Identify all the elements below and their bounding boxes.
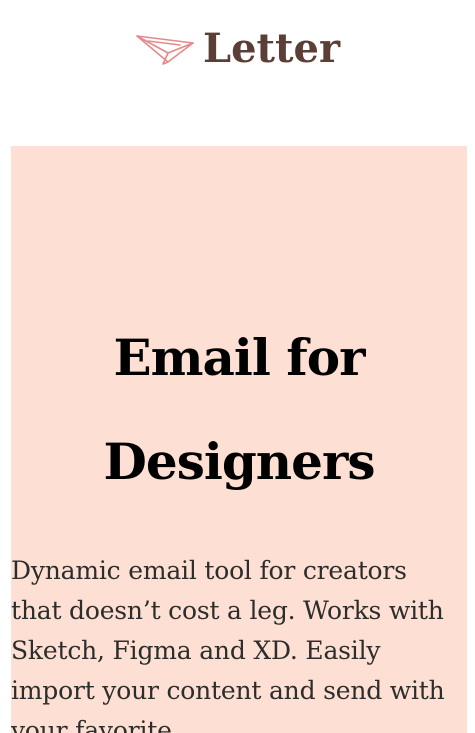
site-header: Letter <box>0 0 475 100</box>
brand-name: Letter <box>202 25 341 72</box>
hero-section: Email for Designers Dynamic email tool f… <box>11 146 467 733</box>
hero-description: Dynamic email tool for creators that doe… <box>11 556 445 733</box>
paper-plane-icon <box>136 35 194 65</box>
brand-logo-link[interactable]: Letter <box>135 29 340 69</box>
hero-title: Email for Designers <box>103 328 376 491</box>
